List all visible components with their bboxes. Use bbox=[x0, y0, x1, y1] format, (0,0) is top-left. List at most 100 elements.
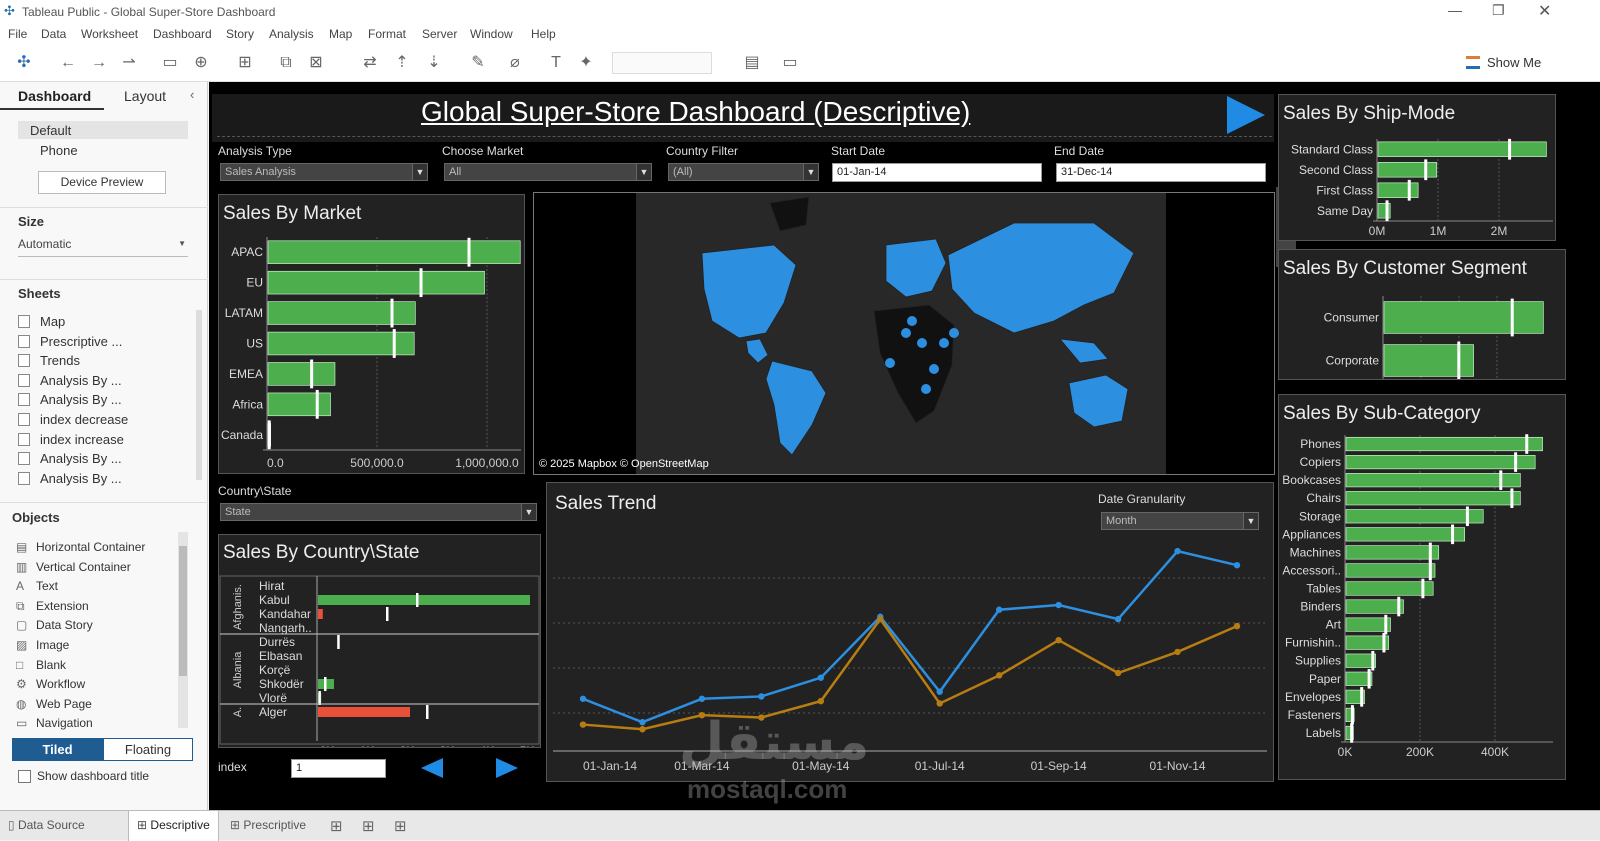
save-icon[interactable]: ▭ bbox=[160, 53, 180, 73]
worksheet-icon bbox=[18, 471, 30, 485]
reference-line-mark bbox=[1525, 434, 1529, 454]
objects-section-title: Objects bbox=[12, 510, 60, 525]
menu-server[interactable]: Server bbox=[422, 27, 457, 41]
objects-scrollbar[interactable] bbox=[178, 532, 188, 728]
country-filter-dropdown[interactable]: (All) ▼ bbox=[668, 163, 819, 181]
start-date-input[interactable]: 01-Jan-14 bbox=[832, 163, 1042, 182]
group-icon[interactable]: ⌀ bbox=[505, 53, 525, 73]
show-labels-icon[interactable]: T bbox=[546, 53, 566, 73]
new-worksheet-icon[interactable]: ⊞ bbox=[330, 817, 343, 835]
tab-prescriptive[interactable]: ⊞ Prescriptive bbox=[222, 811, 314, 841]
tableau-home-icon[interactable]: ✣ bbox=[14, 53, 34, 73]
show-me-button[interactable]: Show Me bbox=[1487, 55, 1541, 70]
menu-data[interactable]: Data bbox=[41, 27, 66, 41]
restore-icon[interactable]: ❐ bbox=[1492, 2, 1505, 19]
next-page-arrow-icon[interactable] bbox=[1225, 94, 1267, 136]
sheet-item[interactable]: Analysis By ... bbox=[18, 471, 122, 491]
end-date-input[interactable]: 31-Dec-14 bbox=[1056, 163, 1266, 182]
minimize-icon[interactable]: — bbox=[1448, 2, 1462, 18]
floating-button[interactable]: Floating bbox=[103, 738, 193, 761]
object-item[interactable]: A Text bbox=[16, 579, 58, 599]
choose-market-dropdown[interactable]: All ▼ bbox=[444, 163, 652, 181]
country-state-dropdown[interactable]: State ▼ bbox=[220, 503, 537, 521]
swap-icon[interactable]: ⇄ bbox=[360, 53, 380, 73]
menu-worksheet[interactable]: Worksheet bbox=[81, 27, 138, 41]
collapse-panel-icon[interactable]: ‹ bbox=[190, 87, 194, 102]
reference-line-mark bbox=[1407, 179, 1411, 201]
sheets-scrollbar[interactable] bbox=[196, 310, 202, 480]
new-data-source-icon[interactable]: ⊕ bbox=[191, 53, 211, 73]
fix-axes-icon[interactable]: ✦ bbox=[576, 53, 596, 73]
menu-file[interactable]: File bbox=[8, 27, 27, 41]
tab-prescriptive-label: Prescriptive bbox=[243, 818, 307, 832]
state-label: Alger bbox=[259, 705, 287, 719]
object-item[interactable]: ▢ Data Story bbox=[16, 618, 93, 638]
sheet-item[interactable]: Analysis By ... bbox=[18, 392, 122, 412]
object-item[interactable]: ◍ Web Page bbox=[16, 697, 92, 717]
object-item[interactable]: ▭ Navigation bbox=[16, 716, 93, 736]
analysis-type-value: Sales Analysis bbox=[225, 166, 296, 178]
object-item[interactable]: ▨ Image bbox=[16, 638, 69, 658]
object-item[interactable]: ⚙ Workflow bbox=[16, 677, 85, 697]
sheet-item[interactable]: index increase bbox=[18, 432, 124, 452]
new-dashboard-icon[interactable]: ⊞ bbox=[362, 817, 375, 835]
object-item[interactable]: ▤ Horizontal Container bbox=[16, 540, 145, 560]
category-label: Appliances bbox=[1282, 527, 1341, 541]
world-map[interactable] bbox=[534, 193, 1274, 474]
menu-window[interactable]: Window bbox=[470, 27, 513, 41]
tab-dashboard[interactable]: Dashboard bbox=[18, 88, 91, 104]
undo-icon[interactable]: ← bbox=[58, 53, 78, 73]
new-worksheet-icon[interactable]: ⊞ bbox=[235, 53, 255, 73]
country-marker bbox=[939, 338, 949, 348]
fit-dropdown[interactable] bbox=[612, 52, 712, 74]
sheet-item[interactable]: index decrease bbox=[18, 412, 128, 432]
sort-descending-icon[interactable]: ⇣ bbox=[424, 53, 444, 73]
menu-help[interactable]: Help bbox=[531, 27, 556, 41]
close-icon[interactable]: ✕ bbox=[1538, 1, 1551, 21]
state-label: Korçë bbox=[259, 663, 291, 677]
menu-format[interactable]: Format bbox=[368, 27, 406, 41]
clear-sheet-icon[interactable]: ⊠ bbox=[306, 53, 326, 73]
duplicate-icon[interactable]: ⧉ bbox=[276, 53, 296, 73]
data-point bbox=[1114, 669, 1122, 677]
new-story-icon[interactable]: ⊞ bbox=[394, 817, 407, 835]
tab-descriptive[interactable]: ⊞ Descriptive bbox=[128, 811, 219, 841]
scroll-thumb[interactable] bbox=[179, 546, 187, 676]
vertical-container-icon: ▥ bbox=[16, 559, 28, 574]
sheet-item[interactable]: Prescriptive ... bbox=[18, 334, 122, 354]
analysis-type-dropdown[interactable]: Sales Analysis ▼ bbox=[220, 163, 428, 181]
sheet-item[interactable]: Analysis By ... bbox=[18, 373, 122, 393]
device-phone[interactable]: Phone bbox=[40, 143, 78, 158]
sheet-item[interactable]: Map bbox=[18, 314, 65, 334]
menu-map[interactable]: Map bbox=[329, 27, 352, 41]
presentation-mode-icon[interactable]: ▭ bbox=[780, 53, 800, 73]
tab-data-source[interactable]: ▯ Data Source bbox=[0, 811, 93, 841]
index-input[interactable]: 1 bbox=[291, 759, 386, 778]
highlight-icon[interactable]: ✎ bbox=[468, 53, 488, 73]
bar bbox=[1345, 599, 1404, 614]
reference-line-mark bbox=[318, 691, 321, 705]
object-item[interactable]: □ Blank bbox=[16, 658, 66, 678]
index-decrease-arrow-icon[interactable] bbox=[419, 756, 445, 780]
tiled-button[interactable]: Tiled bbox=[12, 738, 103, 761]
redo-icon[interactable]: → bbox=[89, 53, 109, 73]
object-item[interactable]: ⧉ Extension bbox=[16, 599, 89, 619]
view-cards-icon[interactable]: ▤ bbox=[742, 53, 762, 73]
data-story-icon: ▢ bbox=[16, 618, 28, 633]
sheet-item[interactable]: Trends bbox=[18, 353, 80, 373]
sheet-item[interactable]: Analysis By ... bbox=[18, 451, 122, 471]
object-item[interactable]: ▥ Vertical Container bbox=[16, 560, 131, 580]
menu-analysis[interactable]: Analysis bbox=[269, 27, 314, 41]
show-me-icon[interactable] bbox=[1466, 56, 1480, 69]
category-label: Africa bbox=[232, 397, 263, 411]
tab-layout[interactable]: Layout bbox=[124, 88, 166, 104]
show-title-checkbox[interactable] bbox=[18, 770, 31, 783]
sort-ascending-icon[interactable]: ⇡ bbox=[392, 53, 412, 73]
size-dropdown[interactable]: Automatic ▼ bbox=[18, 237, 188, 257]
menu-dashboard[interactable]: Dashboard bbox=[153, 27, 212, 41]
category-label: Furnishin.. bbox=[1285, 636, 1341, 650]
menu-story[interactable]: Story bbox=[226, 27, 254, 41]
replay-icon[interactable]: ⇀ bbox=[119, 53, 139, 73]
device-preview-button[interactable]: Device Preview bbox=[38, 171, 166, 194]
index-increase-arrow-icon[interactable] bbox=[494, 756, 520, 780]
